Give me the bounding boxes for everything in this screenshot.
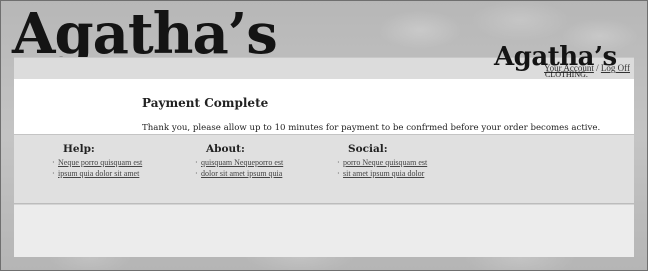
- window-frame: [0, 0, 648, 271]
